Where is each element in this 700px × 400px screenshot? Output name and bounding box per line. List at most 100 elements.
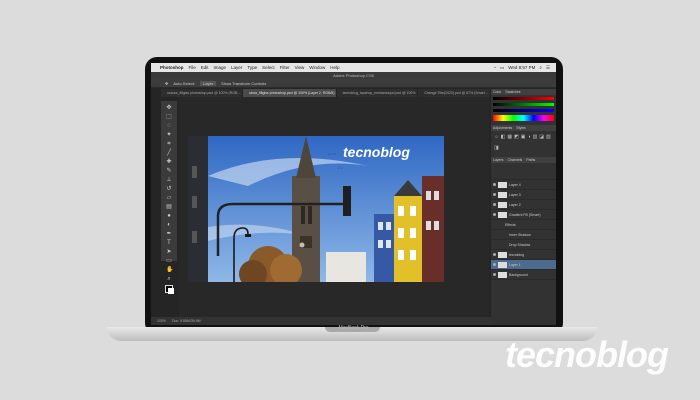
brush-tool[interactable]: ✎: [166, 168, 172, 174]
crop-tool[interactable]: ⌗: [166, 141, 172, 147]
eraser-tool[interactable]: ▱: [166, 195, 172, 201]
menu-edit[interactable]: Edit: [201, 65, 209, 70]
doc-size: Doc: 9.85M/39.9M: [171, 319, 201, 323]
layer-name: Layer 4: [509, 182, 521, 187]
auto-select-label[interactable]: Auto-Select:: [173, 81, 195, 86]
layer-filter-bar[interactable]: [491, 163, 556, 180]
layer-name: tecnoblog: [509, 252, 525, 257]
tab-document-2[interactable]: otura_filtgiss photoshop.psd @ 100% (Lay…: [243, 89, 337, 97]
menu-file[interactable]: File: [189, 65, 196, 70]
layer-name: Layer 3: [509, 192, 521, 197]
tab-swatches[interactable]: Swatches: [505, 89, 520, 95]
layer-row[interactable]: Background: [491, 270, 556, 280]
tab-document-1[interactable]: oscura_filtgiss photoshop.psd @ 100% (RG…: [161, 89, 244, 97]
menu-select[interactable]: Select: [262, 65, 275, 70]
tab-layers[interactable]: Layers: [493, 157, 504, 163]
lasso-tool[interactable]: ◌: [166, 123, 172, 129]
dodge-tool[interactable]: ◐: [166, 222, 172, 228]
history-brush-tool[interactable]: ↺: [166, 186, 172, 192]
menu-filter[interactable]: Filter: [280, 65, 290, 70]
layer-effect-row[interactable]: Inner Shadow: [491, 230, 556, 240]
menu-type[interactable]: Type: [247, 65, 257, 70]
eye-icon[interactable]: [493, 273, 496, 276]
search-icon[interactable]: ⌕: [539, 65, 542, 70]
blur-tool[interactable]: ●: [166, 213, 172, 219]
mac-menubar: Photoshop File Edit Image Layer Type Sel…: [151, 63, 556, 72]
eye-icon[interactable]: [493, 253, 496, 256]
layer-row[interactable]: tecnoblog: [491, 250, 556, 260]
tab-document-3[interactable]: tecnoblog_topshop_mediaotoopd.psd @ 100%: [337, 89, 419, 97]
layer-row[interactable]: Gradient Fill (Smart): [491, 210, 556, 220]
layer-effects-row[interactable]: Effects: [491, 220, 556, 230]
layer-row[interactable]: Layer 3: [491, 190, 556, 200]
type-tool[interactable]: T: [166, 240, 172, 246]
menu-window[interactable]: Window: [309, 65, 325, 70]
right-panels: Color Swatches Adjustments Styles ☼ ◧ ▦ ◩ ▣ ◑…: [491, 89, 556, 325]
adjustment-icons[interactable]: ☼ ◧ ▦ ◩ ▣ ◑ ▥ ◪ ▧ ◨: [491, 131, 556, 157]
move-tool[interactable]: ✥: [166, 105, 172, 111]
menu-photoshop[interactable]: Photoshop: [160, 65, 184, 70]
layer-thumbnail: [498, 211, 507, 218]
eye-icon[interactable]: [493, 263, 496, 266]
app-title: Adobe Photoshop CS6: [151, 72, 556, 79]
screen: Photoshop File Edit Image Layer Type Sel…: [151, 63, 556, 325]
layer-name: Effects: [505, 222, 516, 227]
menu-help[interactable]: Help: [330, 65, 339, 70]
tools-panel: ✥ ⬚ ◌ ✦ ⌗ ╱ ✚ ✎ ⊥ ↺ ▱ ▤ ● ◐ ✒ T ➤ ▭ ✋ ⌕: [161, 101, 177, 294]
move-tool-icon[interactable]: ✥: [165, 81, 168, 86]
eyedropper-tool[interactable]: ╱: [166, 150, 172, 156]
menu-layer[interactable]: Layer: [231, 65, 242, 70]
layer-thumbnail: [498, 191, 507, 198]
layer-name: Inner Shadow: [509, 232, 531, 237]
menubar-clock[interactable]: Wed 8:57 PM: [508, 65, 535, 70]
transform-controls-checkbox[interactable]: Show Transform Controls: [221, 81, 266, 86]
stamp-tool[interactable]: ⊥: [166, 177, 172, 183]
menu-image[interactable]: Image: [214, 65, 227, 70]
document-photo[interactable]: ᵛ ᵛ ᵛ ᵛ ᵛ tecnoblog: [188, 136, 444, 282]
layer-thumbnail: [498, 181, 507, 188]
auto-select-dropdown[interactable]: Layer: [200, 80, 217, 86]
gradient-tool[interactable]: ▤: [166, 204, 172, 210]
svg-text:ᵛ ᵛ ᵛ: ᵛ ᵛ ᵛ: [328, 152, 336, 157]
photo-watermark-text: tecnoblog: [343, 144, 410, 160]
layer-name: Drop Shadow: [509, 242, 531, 247]
tab-document-4[interactable]: Change Title(2020).psd @ 67% (Smart...: [418, 89, 491, 97]
tab-paths[interactable]: Paths: [526, 157, 535, 163]
site-watermark: tecnoblog: [505, 334, 669, 375]
magic-wand-tool[interactable]: ✦: [166, 132, 172, 138]
layer-row[interactable]: Layer 4: [491, 180, 556, 190]
document-tabs: oscura_filtgiss photoshop.psd @ 100% (RG…: [161, 89, 491, 97]
menu-view[interactable]: View: [295, 65, 305, 70]
layer-name: Background: [509, 272, 528, 277]
status-bar: 100% Doc: 9.85M/39.9M: [151, 317, 491, 325]
zoom-tool[interactable]: ⌕: [166, 276, 172, 282]
list-icon[interactable]: ☰: [546, 65, 550, 71]
layer-row-selected[interactable]: Layer 1: [491, 260, 556, 270]
battery-icon[interactable]: ▭: [500, 65, 504, 71]
marquee-tool[interactable]: ⬚: [166, 114, 172, 120]
tab-channels[interactable]: Channels: [508, 157, 523, 163]
layer-name: Gradient Fill (Smart): [509, 212, 541, 217]
eye-icon[interactable]: [493, 183, 496, 186]
tab-styles[interactable]: Styles: [516, 125, 526, 131]
wifi-icon[interactable]: ◔: [493, 65, 496, 70]
layer-row[interactable]: Layer 2: [491, 200, 556, 210]
eye-icon[interactable]: [493, 213, 496, 216]
layer-effect-row[interactable]: Drop Shadow: [491, 240, 556, 250]
layer-thumbnail: [498, 261, 507, 268]
tab-color[interactable]: Color: [493, 89, 501, 95]
path-select-tool[interactable]: ➤: [166, 249, 172, 255]
eye-icon[interactable]: [493, 203, 496, 206]
color-sliders[interactable]: [491, 95, 556, 125]
layer-thumbnail: [498, 201, 507, 208]
pen-tool[interactable]: ✒: [166, 231, 172, 237]
healing-tool[interactable]: ✚: [166, 159, 172, 165]
layer-thumbnail: [498, 251, 507, 258]
shape-tool[interactable]: ▭: [166, 258, 172, 264]
eye-icon[interactable]: [493, 193, 496, 196]
hand-tool[interactable]: ✋: [166, 267, 173, 273]
layer-thumbnail: [498, 271, 507, 278]
options-bar: ✥ Auto-Select: Layer Show Transform Cont…: [151, 79, 556, 88]
zoom-level[interactable]: 100%: [157, 319, 166, 323]
tab-adjustments[interactable]: Adjustments: [493, 125, 512, 131]
